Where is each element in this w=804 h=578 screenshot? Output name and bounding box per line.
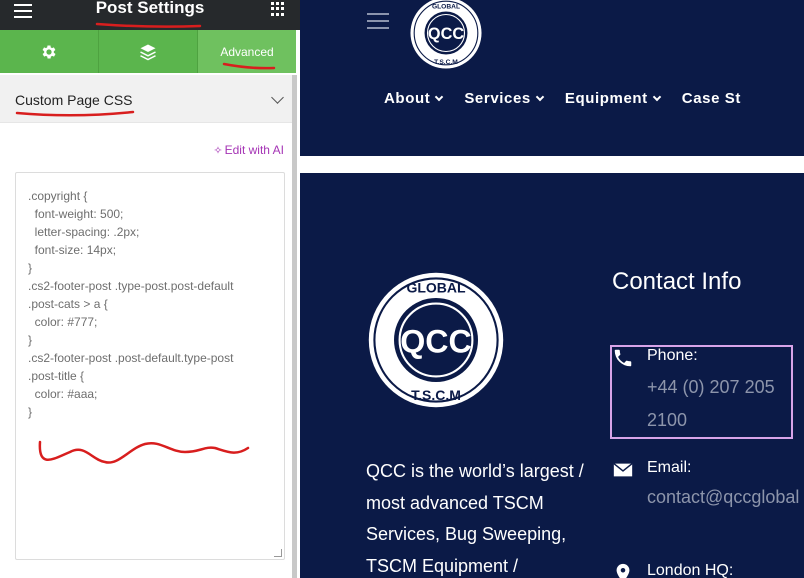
footer-description: QCC is the world’s largest / most advanc… <box>366 461 584 576</box>
site-header: QCC GLOBAL T.S.C.M About Services Equipm… <box>300 0 804 156</box>
apps-grid-icon[interactable] <box>271 2 285 16</box>
footer-logo-center-text: QCC <box>400 324 472 360</box>
footer-logo-top-text: GLOBAL <box>406 279 466 295</box>
nav-equipment-label: Equipment <box>564 90 648 107</box>
css-code-line: .post-title { <box>28 369 85 383</box>
resize-handle-icon[interactable] <box>274 549 282 557</box>
css-code-line: letter-spacing: .2px; <box>28 225 140 239</box>
panel-title: Post Settings <box>95 0 205 17</box>
email-label: Email: <box>647 459 692 476</box>
css-code-line: } <box>28 405 33 419</box>
nav-services-label: Services <box>464 90 531 107</box>
nav-services[interactable]: Services <box>464 90 545 107</box>
location-pin-icon <box>616 563 630 578</box>
nav-case-studies[interactable]: Case St <box>682 90 741 107</box>
phone-value-line1[interactable]: +44 (0) 207 205 <box>647 371 775 404</box>
css-code-line: .cs2-footer-post .type-post.post-default <box>28 279 234 293</box>
css-code-line: .post-cats > a { <box>28 297 108 311</box>
chevron-down-icon <box>271 91 284 104</box>
css-code-editor[interactable]: .copyright { font-weight: 500; letter-sp… <box>15 172 285 560</box>
css-code-line: .cs2-footer-post .post-default.type-post <box>28 351 234 365</box>
qcc-footer-logo: QCC GLOBAL T.S.C.M <box>368 272 504 408</box>
address-label: London HQ: <box>647 562 734 578</box>
site-nav: About Services Equipment Case St <box>384 90 741 107</box>
editor-panel: Post Settings Advanced Custom Page CSS ✧… <box>0 0 300 578</box>
site-footer: QCC GLOBAL T.S.C.M QCC is the world’s la… <box>300 173 804 578</box>
nav-about[interactable]: About <box>384 90 444 107</box>
chevron-down-icon <box>435 92 444 101</box>
contact-info-title: Contact Info <box>612 268 742 295</box>
edit-with-ai-label: Edit with AI <box>224 143 284 157</box>
sparkle-icon: ✧ <box>213 145 223 157</box>
css-code-line: } <box>28 261 33 275</box>
gear-icon <box>42 44 56 59</box>
phone-icon <box>614 349 632 367</box>
panel-tabs: Advanced <box>0 30 296 73</box>
envelope-icon <box>613 463 633 477</box>
logo-center-text: QCC <box>428 25 464 43</box>
css-code-line: font-weight: 500; <box>28 207 124 221</box>
tab-style[interactable] <box>99 30 198 73</box>
site-menu-icon[interactable] <box>367 13 389 29</box>
section-divider <box>300 156 804 173</box>
panel-scrollbar[interactable] <box>292 75 297 578</box>
css-code-line: font-size: 14px; <box>28 243 117 257</box>
email-value[interactable]: contact@qccglobal <box>647 481 799 514</box>
logo-top-text: GLOBAL <box>432 4 460 11</box>
phone-value-line2[interactable]: 2100 <box>647 404 687 437</box>
tab-settings[interactable] <box>0 30 99 73</box>
phone-label: Phone: <box>647 347 698 364</box>
css-code-line: color: #777; <box>28 315 98 329</box>
panel-header: Post Settings <box>0 0 300 30</box>
footer-logo-bottom-text: T.S.C.M <box>411 387 461 403</box>
chevron-down-icon <box>652 92 662 101</box>
qcc-logo[interactable]: QCC GLOBAL T.S.C.M <box>409 0 483 70</box>
edit-with-ai-link[interactable]: ✧ Edit with AI <box>213 143 284 157</box>
layers-icon <box>140 44 156 60</box>
chevron-down-icon <box>535 92 545 101</box>
logo-bottom-text: T.S.C.M <box>434 59 458 66</box>
nav-equipment[interactable]: Equipment <box>564 90 662 107</box>
css-code-line: .copyright { <box>28 189 88 203</box>
tab-advanced-label: Advanced <box>220 44 274 59</box>
section-header-custom-css[interactable]: Custom Page CSS <box>0 75 296 123</box>
section-title: Custom Page CSS <box>15 92 133 108</box>
tab-advanced[interactable]: Advanced <box>198 30 296 73</box>
nav-case-studies-label: Case St <box>681 90 741 107</box>
css-code-line: } <box>28 333 33 347</box>
nav-about-label: About <box>384 90 431 107</box>
css-code-lines: .copyright { font-weight: 500; letter-sp… <box>28 187 284 421</box>
css-code-line: color: #aaa; <box>28 387 98 401</box>
